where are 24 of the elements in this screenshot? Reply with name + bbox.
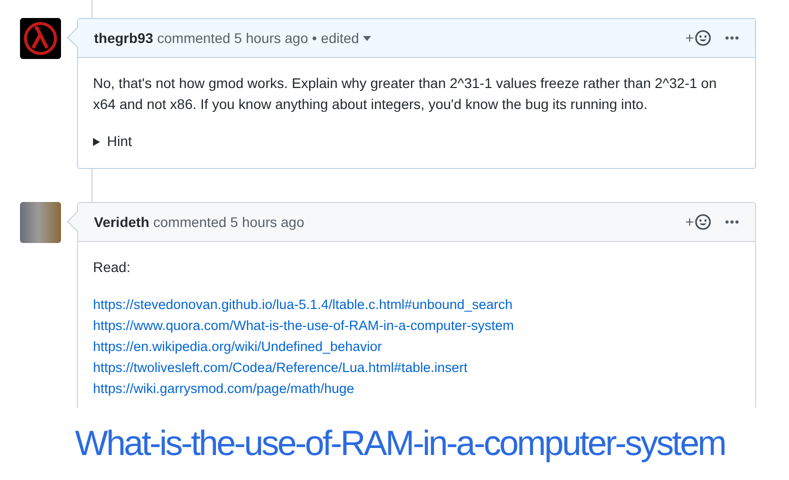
photo-placeholder	[20, 202, 61, 243]
more-options-icon[interactable]	[725, 36, 739, 40]
lambda-logo-avatar	[20, 18, 61, 59]
reference-link[interactable]: https://twolivesleft.com/Codea/Reference/Lua.html#table.insert	[93, 357, 739, 378]
author-link[interactable]: thegrb93	[94, 30, 154, 46]
reference-link[interactable]: https://www.quora.com/What-is-the-use-of-RAM-in-a-computer-system	[93, 315, 739, 336]
smiley-icon	[695, 214, 711, 230]
caret-icon	[363, 36, 372, 40]
reference-link[interactable]: https://en.wikipedia.org/wiki/Undefined_behavior	[93, 336, 739, 357]
comment-meta: commented 5 hours ago	[153, 214, 304, 230]
more-options-icon[interactable]	[725, 220, 739, 224]
comment-meta: commented 5 hours ago •	[157, 30, 317, 46]
zoomed-link-text: What-is-the-use-of-RAM-in-a-computer-system	[75, 424, 725, 464]
reference-link[interactable]: https://wiki.garrysmod.com/page/math/huge	[93, 378, 739, 399]
comment-text: Read:	[93, 258, 132, 277]
add-reaction-button[interactable]: +	[685, 214, 711, 230]
reference-link[interactable]: https://stevedonovan.github.io/lua-5.1.4/ltable.c.html#unbound_search	[93, 294, 739, 315]
smiley-icon	[695, 30, 711, 46]
edited-dropdown[interactable]: edited	[320, 30, 372, 46]
details-toggle[interactable]: Hint	[93, 131, 132, 152]
author-link[interactable]: Verideth	[94, 214, 150, 230]
comment-text: No, that's not how gmod works. Explain why greater than 2^31-1 values freeze rather than 2^32-1 on x64 and not x86. If you know anything about integers, you'd know the bug its running into.	[93, 74, 718, 114]
add-reaction-button[interactable]: +	[685, 30, 711, 46]
disclosure-triangle-icon	[93, 138, 100, 146]
